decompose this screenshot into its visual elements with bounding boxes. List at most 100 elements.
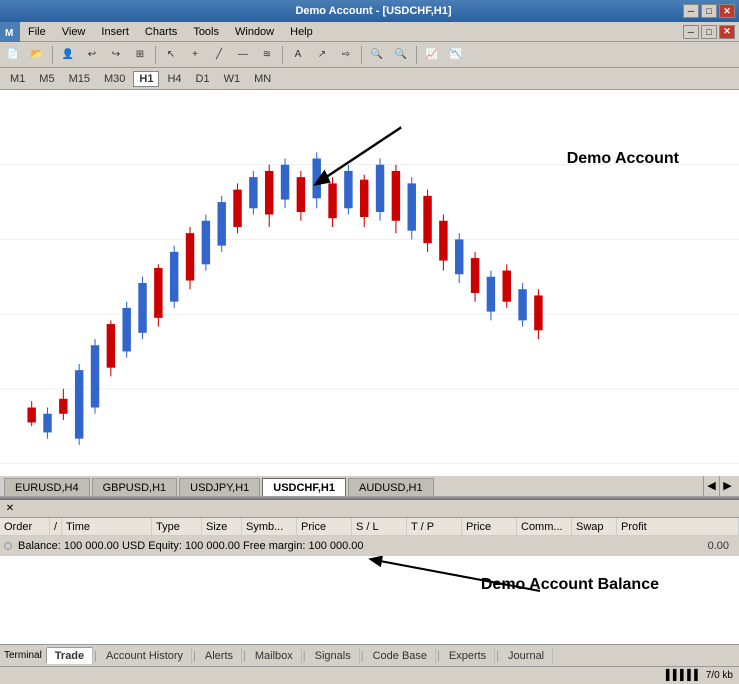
tab-experts[interactable]: Experts [441, 648, 495, 664]
app-icon: M [0, 22, 20, 42]
fib-btn[interactable]: ≋ [256, 45, 278, 65]
separator-4 [361, 46, 362, 64]
tab-journal[interactable]: Journal [500, 648, 553, 664]
col-type: Type [152, 518, 202, 535]
profit-value: 0.00 [708, 540, 735, 552]
status-right: ▐▐▐▐▐ 7/0 kb [662, 670, 733, 681]
window-btn[interactable]: ⊞ [129, 45, 151, 65]
redo-btn[interactable]: ↪ [105, 45, 127, 65]
tab-mailbox[interactable]: Mailbox [247, 648, 302, 664]
chart-tab-left-arrow[interactable]: ◀ [703, 474, 719, 496]
separator-1 [52, 46, 53, 64]
menu-charts[interactable]: Charts [137, 24, 185, 40]
menu-insert[interactable]: Insert [93, 24, 137, 40]
tab-codebase[interactable]: Code Base [365, 648, 436, 664]
chart-tab-usdchf[interactable]: USDCHF,H1 [262, 478, 346, 496]
chart-area[interactable]: Demo Account [0, 90, 739, 476]
chart-tab-usdjpy[interactable]: USDJPY,H1 [179, 478, 260, 496]
chart-tab-audusd[interactable]: AUDUSD,H1 [348, 478, 434, 496]
cursor-btn[interactable]: ↖ [160, 45, 182, 65]
tf-mn[interactable]: MN [248, 71, 277, 87]
tf-d1[interactable]: D1 [190, 71, 216, 87]
open-btn[interactable]: 📂 [26, 45, 48, 65]
demo-balance-label: Demo Account Balance [481, 576, 659, 594]
col-size: Size [202, 518, 242, 535]
tab-account-history[interactable]: Account History [98, 648, 192, 664]
chart-up-btn[interactable]: 📈 [421, 45, 443, 65]
balance-row: Balance: 100 000.00 USD Equity: 100 000.… [0, 536, 739, 556]
menu-view[interactable]: View [54, 24, 94, 40]
tf-h1[interactable]: H1 [133, 71, 159, 87]
tf-m15[interactable]: M15 [63, 71, 96, 87]
balance-label-area: Demo Account Balance [0, 556, 739, 644]
timeframe-bar: M1 M5 M15 M30 H1 H4 D1 W1 MN [0, 68, 739, 90]
menu-tools[interactable]: Tools [185, 24, 227, 40]
candlestick-chart [0, 90, 739, 476]
tf-m1[interactable]: M1 [4, 71, 31, 87]
col-profit: Profit [617, 518, 739, 535]
inner-close-button[interactable]: ✕ [719, 25, 735, 39]
col-swap: Swap [572, 518, 617, 535]
chart-container: Demo Account [0, 90, 739, 476]
col-order: Order [0, 518, 50, 535]
new-chart-btn[interactable]: 📄 [2, 45, 24, 65]
undo-btn[interactable]: ↩ [81, 45, 103, 65]
title-bar: Demo Account - [USDCHF,H1] ─ □ ✕ [0, 0, 739, 22]
inner-restore-button[interactable]: □ [701, 25, 717, 39]
line-btn[interactable]: ╱ [208, 45, 230, 65]
text-btn[interactable]: A [287, 45, 309, 65]
hline-btn[interactable]: ― [232, 45, 254, 65]
col-time: Time [62, 518, 152, 535]
bottom-tabs: Terminal Trade | Account History | Alert… [0, 644, 739, 666]
col-comm: Comm... [517, 518, 572, 535]
tab-signals[interactable]: Signals [307, 648, 360, 664]
tf-w1[interactable]: W1 [218, 71, 247, 87]
arrow-btn[interactable]: ⇨ [335, 45, 357, 65]
chart-tab-eurusd[interactable]: EURUSD,H4 [4, 478, 90, 496]
status-bars-icon: ▐▐▐▐▐ [662, 670, 697, 681]
window-title: Demo Account - [USDCHF,H1] [64, 5, 683, 17]
status-kb: 7/0 kb [706, 670, 733, 681]
svg-text:M: M [5, 28, 13, 39]
col-sl: S / L [352, 518, 407, 535]
profiles-btn[interactable]: 👤 [57, 45, 79, 65]
demo-account-label: Demo Account [567, 150, 679, 168]
col-price: Price [297, 518, 352, 535]
maximize-button[interactable]: □ [701, 4, 717, 18]
tf-h4[interactable]: H4 [161, 71, 187, 87]
menu-bar: M File View Insert Charts Tools Window H… [0, 22, 739, 42]
window-controls: ─ □ ✕ [683, 4, 735, 18]
balance-indicator [4, 542, 12, 550]
col-price2: Price [462, 518, 517, 535]
zoom-out-btn[interactable]: 🔍 [390, 45, 412, 65]
balance-arrow [0, 556, 739, 644]
terminal-header: ✕ [0, 500, 739, 518]
separator-5 [416, 46, 417, 64]
status-bar: ▐▐▐▐▐ 7/0 kb [0, 666, 739, 684]
label-btn[interactable]: ↗ [311, 45, 333, 65]
tab-alerts[interactable]: Alerts [197, 648, 242, 664]
chart-tab-gbpusd[interactable]: GBPUSD,H1 [92, 478, 178, 496]
col-symbol: Symb... [242, 518, 297, 535]
close-button[interactable]: ✕ [719, 4, 735, 18]
balance-text: Balance: 100 000.00 USD Equity: 100 000.… [18, 540, 364, 552]
tf-m30[interactable]: M30 [98, 71, 131, 87]
minimize-button[interactable]: ─ [683, 4, 699, 18]
chart-down-btn[interactable]: 📉 [445, 45, 467, 65]
menu-help[interactable]: Help [282, 24, 321, 40]
zoom-in-btn[interactable]: 🔍 [366, 45, 388, 65]
menu-file[interactable]: File [20, 24, 54, 40]
separator-2 [155, 46, 156, 64]
toolbar-1: 📄 📂 👤 ↩ ↪ ⊞ ↖ + ╱ ― ≋ A ↗ ⇨ 🔍 🔍 📈 📉 [0, 42, 739, 68]
terminal-label[interactable]: Terminal [0, 648, 47, 663]
crosshair-btn[interactable]: + [184, 45, 206, 65]
table-header: Order / Time Type Size Symb... Price S /… [0, 518, 739, 536]
col-sort: / [50, 518, 62, 535]
terminal-close-button[interactable]: ✕ [4, 503, 16, 515]
tab-trade[interactable]: Trade [47, 647, 93, 664]
chart-tab-right-arrow[interactable]: ▶ [719, 474, 735, 496]
main-container: Demo Account EURUSD,H4 GBPUSD,H1 USDJPY,… [0, 90, 739, 666]
menu-window[interactable]: Window [227, 24, 282, 40]
inner-minimize-button[interactable]: ─ [683, 25, 699, 39]
tf-m5[interactable]: M5 [33, 71, 60, 87]
